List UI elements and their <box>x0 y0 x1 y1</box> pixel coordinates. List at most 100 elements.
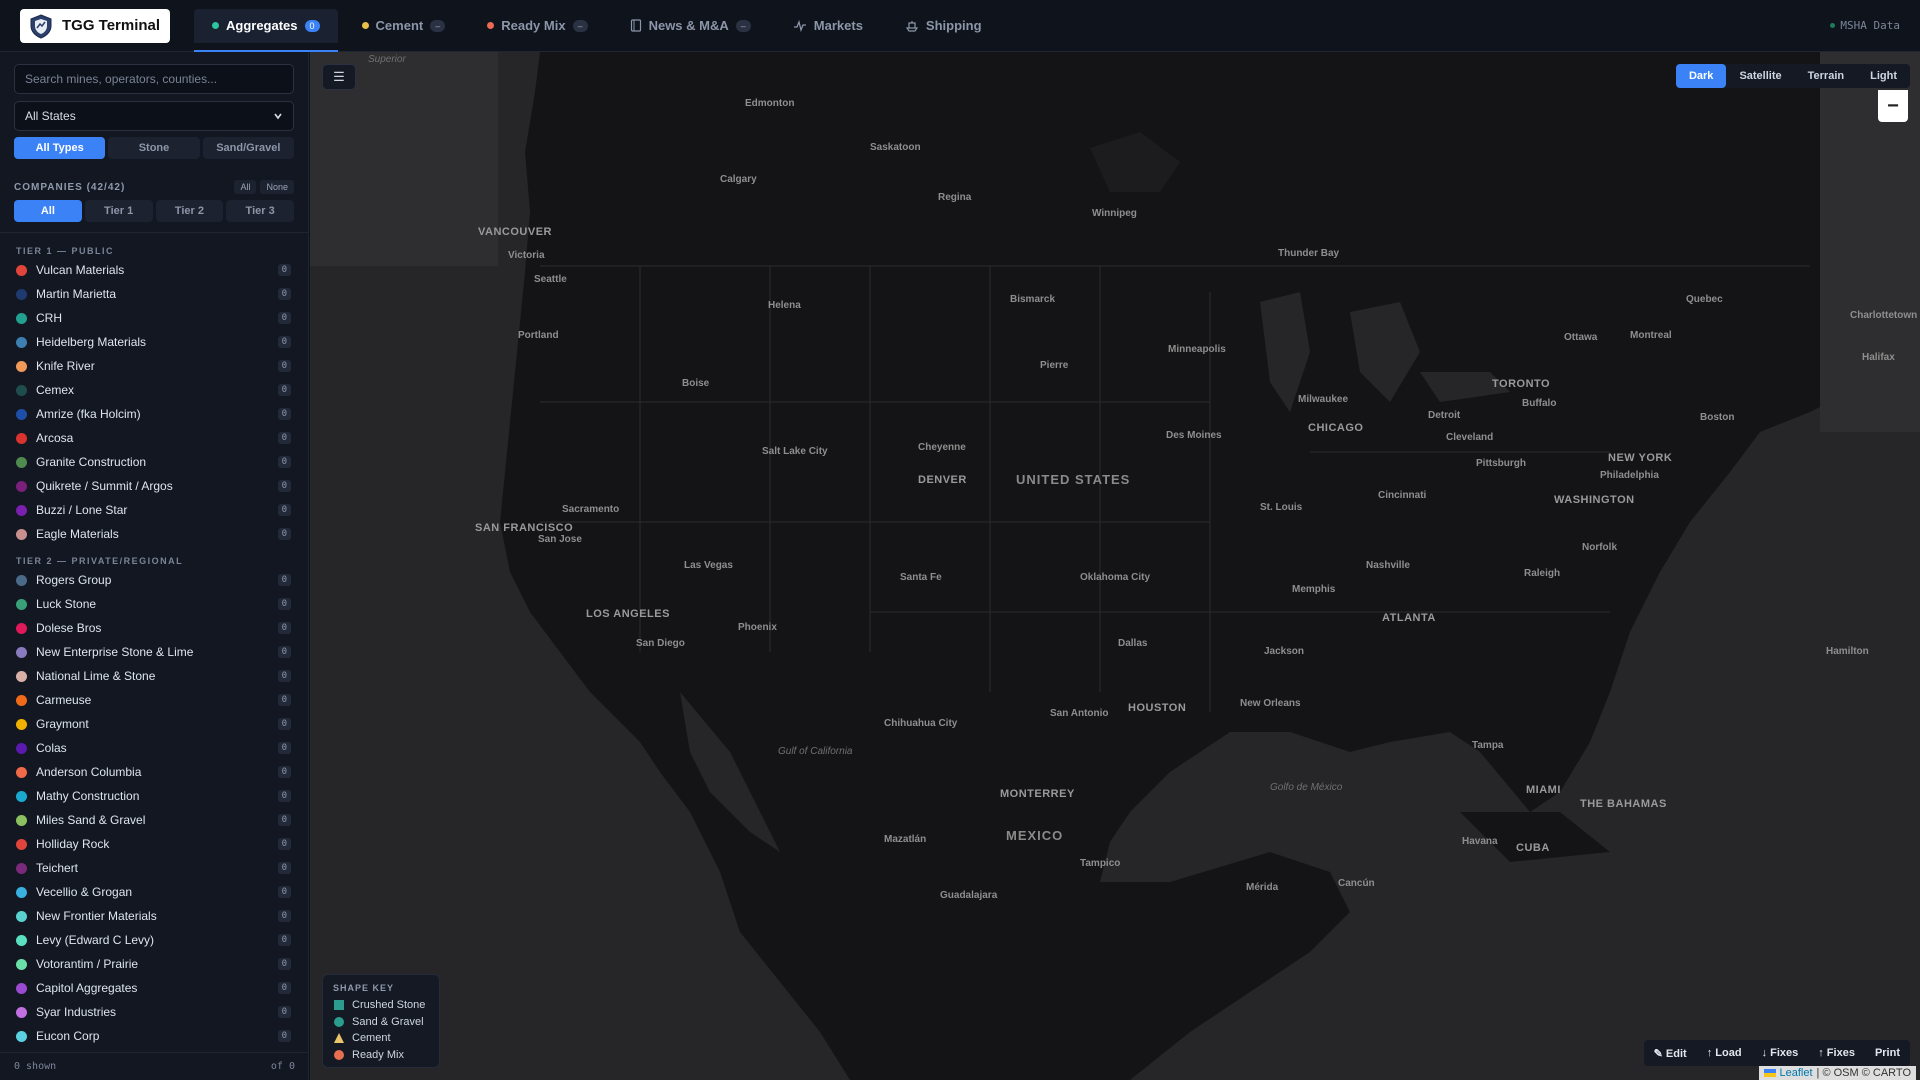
company-item[interactable]: Heidelberg Materials 0 <box>0 330 309 354</box>
company-item[interactable]: Eagle Materials 0 <box>0 522 309 546</box>
tab-shipping[interactable]: Shipping <box>887 9 1000 43</box>
map-place-label: Boise <box>682 378 710 389</box>
company-item[interactable]: Carmeuse 0 <box>0 688 309 712</box>
style-dark-button[interactable]: Dark <box>1675 64 1727 88</box>
map-place-label: Quebec <box>1686 294 1723 305</box>
tab-label: Ready Mix <box>501 18 566 33</box>
company-item[interactable]: Knife River 0 <box>0 354 309 378</box>
app-logo[interactable]: TGG Terminal <box>20 8 170 43</box>
company-item[interactable]: Luck Stone 0 <box>0 592 309 616</box>
company-item[interactable]: Martin Marietta 0 <box>0 282 309 306</box>
map-view[interactable]: Edmonton Saskatoon Calgary Regina Winnipeg VA… <box>310 52 1920 1080</box>
company-name: Eucon Corp <box>36 1029 100 1043</box>
company-item[interactable]: New Enterprise Stone & Lime 0 <box>0 640 309 664</box>
type-stone-button[interactable]: Stone <box>108 137 200 159</box>
download-fixes-button[interactable]: ↓ Fixes <box>1752 1047 1809 1059</box>
state-select[interactable]: All States <box>14 101 294 131</box>
company-item[interactable]: Eucon Corp 0 <box>0 1024 309 1048</box>
company-count: 0 <box>277 504 291 516</box>
company-item[interactable]: Graymont 0 <box>0 712 309 736</box>
tab-aggregates[interactable]: Aggregates 0 <box>194 8 338 52</box>
company-item[interactable]: Votorantim / Prairie 0 <box>0 952 309 976</box>
tier-filter: All Tier 1 Tier 2 Tier 3 <box>14 200 294 222</box>
type-all-button[interactable]: All Types <box>14 137 106 159</box>
tab-count-badge: 0 <box>304 19 320 32</box>
company-item[interactable]: Amrize (fka Holcim) 0 <box>0 402 309 426</box>
company-item[interactable]: Quikrete / Summit / Argos 0 <box>0 474 309 498</box>
map-actions: ✎ Edit ↑ Load ↓ Fixes ↑ Fixes Print <box>1643 1040 1910 1066</box>
tab-markets[interactable]: Markets <box>775 9 881 43</box>
company-item[interactable]: Arcosa 0 <box>0 426 309 450</box>
document-icon <box>630 19 641 32</box>
map-style-switch: Dark Satellite Terrain Light <box>1675 64 1910 88</box>
company-name: Rogers Group <box>36 573 112 587</box>
map-place-label: Des Moines <box>1166 430 1222 441</box>
map-place-label: Cleveland <box>1446 432 1494 443</box>
tier-1-label: TIER 1 — PUBLIC <box>16 246 115 256</box>
tab-count-badge: – <box>572 19 588 32</box>
triangle-icon <box>334 1033 344 1044</box>
company-item[interactable]: New Frontier Materials 0 <box>0 904 309 928</box>
type-sand-gravel-button[interactable]: Sand/Gravel <box>202 137 294 159</box>
company-item[interactable]: Miles Sand & Gravel 0 <box>0 808 309 832</box>
company-item[interactable]: Anderson Columbia 0 <box>0 760 309 784</box>
search-input[interactable] <box>14 64 294 94</box>
company-name: Vulcan Materials <box>36 263 125 277</box>
tab-news[interactable]: News & M&A – <box>612 9 769 43</box>
tier-1-button[interactable]: Tier 1 <box>84 200 153 222</box>
company-name: Dolese Bros <box>36 621 102 635</box>
sidebar-footer: 0 shown of 0 <box>0 1052 309 1080</box>
company-item[interactable]: Cemex 0 <box>0 378 309 402</box>
company-count: 0 <box>277 1006 291 1018</box>
layers-menu-button[interactable]: ☰ <box>322 64 356 90</box>
map-place-label: San Jose <box>538 534 582 545</box>
tier-3-button[interactable]: Tier 3 <box>226 200 294 222</box>
edit-button[interactable]: ✎ Edit <box>1644 1047 1697 1060</box>
tab-cement[interactable]: Cement – <box>344 9 464 43</box>
style-terrain-button[interactable]: Terrain <box>1795 64 1857 88</box>
company-item[interactable]: Levy (Edward C Levy) 0 <box>0 928 309 952</box>
company-item[interactable]: National Lime & Stone 0 <box>0 664 309 688</box>
cement-dot-icon <box>361 22 369 29</box>
company-item[interactable]: Dolese Bros 0 <box>0 616 309 640</box>
company-item[interactable]: CRH 0 <box>0 306 309 330</box>
tier-all-button[interactable]: All <box>14 200 82 222</box>
company-item[interactable]: Mathy Construction 0 <box>0 784 309 808</box>
company-color-icon <box>16 742 27 754</box>
zoom-out-button[interactable]: − <box>1878 90 1908 122</box>
chevron-down-icon <box>274 113 282 120</box>
divider <box>0 232 309 233</box>
company-item[interactable]: Buzzi / Lone Star 0 <box>0 498 309 522</box>
company-count: 0 <box>277 480 291 492</box>
company-color-icon <box>16 910 27 922</box>
aggregates-dot-icon <box>212 22 219 29</box>
map-place-label: New Orleans <box>1240 698 1301 709</box>
tier-2-button[interactable]: Tier 2 <box>155 200 224 222</box>
company-item[interactable]: Capitol Aggregates 0 <box>0 976 309 1000</box>
status-dot-icon <box>1830 23 1836 28</box>
tab-ready-mix[interactable]: Ready Mix – <box>469 9 605 43</box>
company-item[interactable]: Granite Construction 0 <box>0 450 309 474</box>
company-item[interactable]: Vecellio & Grogan 0 <box>0 880 309 904</box>
company-count: 0 <box>277 288 291 300</box>
load-button[interactable]: ↑ Load <box>1697 1047 1752 1059</box>
map-place-label: Ottawa <box>1564 332 1598 343</box>
company-item[interactable]: Syar Industries 0 <box>0 1000 309 1024</box>
upload-fixes-button[interactable]: ↑ Fixes <box>1808 1047 1865 1059</box>
print-button[interactable]: Print <box>1865 1047 1910 1059</box>
company-item[interactable]: Vulcan Materials 0 <box>0 258 309 282</box>
leaflet-link[interactable]: Leaflet <box>1780 1067 1813 1079</box>
select-none-button[interactable]: None <box>260 180 294 194</box>
square-icon <box>334 1000 344 1011</box>
company-item[interactable]: Colas 0 <box>0 736 309 760</box>
select-all-button[interactable]: All <box>234 180 257 194</box>
circle-icon <box>334 1049 344 1060</box>
company-item[interactable]: Teichert 0 <box>0 856 309 880</box>
style-satellite-button[interactable]: Satellite <box>1726 64 1794 88</box>
company-item[interactable]: Rogers Group 0 <box>0 568 309 592</box>
attribution-text: | © OSM © CARTO <box>1816 1067 1911 1079</box>
company-item[interactable]: Holliday Rock 0 <box>0 832 309 856</box>
style-light-button[interactable]: Light <box>1857 64 1910 88</box>
company-count: 0 <box>277 360 291 372</box>
companies-header: COMPANIES (42/42) All None <box>14 180 294 194</box>
